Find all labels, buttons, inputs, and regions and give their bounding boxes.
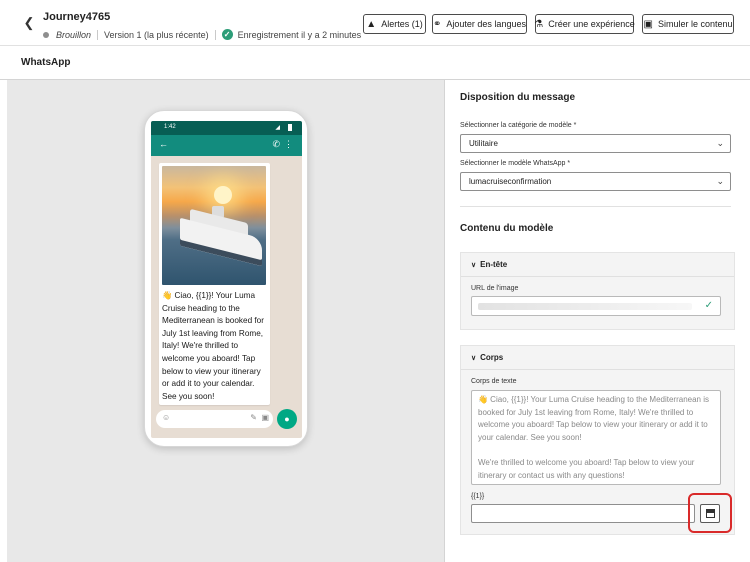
chevron-left-icon[interactable]: ❮ (22, 14, 36, 32)
highlight-box (688, 493, 732, 533)
header-card-toggle[interactable]: ∨ En-tête (471, 260, 507, 269)
category-label: Sélectionner la catégorie de modèle * (460, 122, 577, 129)
chat-header: ← ✆ ⋮ (151, 135, 302, 156)
phone-frame: 1:42 ◢ ← ✆ ⋮ 👋 Ciao, {{1}}! Your Luma Cr… (144, 110, 308, 447)
cruise-ship-image (162, 166, 266, 285)
channel-header: WhatsApp (0, 46, 750, 80)
journey-title: Journey4765 (43, 11, 111, 23)
version-label: Version 1 (la plus récente) (104, 29, 209, 40)
message-preview-area: 1:42 ◢ ← ✆ ⋮ 👋 Ciao, {{1}}! Your Luma Cr… (7, 80, 445, 562)
preview-icon: ▣ (643, 18, 653, 30)
content-section-title: Contenu du modèle (460, 223, 554, 234)
properties-panel: Disposition du message Sélectionner la c… (446, 80, 750, 562)
variable-label: {{1}} (471, 493, 485, 500)
image-url-label: URL de l'image (471, 285, 519, 292)
alert-triangle-icon: ▲ (366, 18, 377, 30)
phone-screen: 1:42 ◢ ← ✆ ⋮ 👋 Ciao, {{1}}! Your Luma Cr… (151, 121, 302, 438)
signal-icon: ◢ (275, 125, 280, 131)
chevron-down-icon: ⌄ (716, 138, 724, 148)
message-text: 👋 Ciao, {{1}}! Your Luma Cruise heading … (162, 291, 264, 401)
message-bubble: 👋 Ciao, {{1}}! Your Luma Cruise heading … (159, 163, 270, 405)
variable-input[interactable] (471, 504, 695, 523)
chevron-down-icon: ∨ (471, 262, 477, 269)
body-text-label: Corps de texte (471, 378, 517, 385)
check-icon: ✓ (704, 300, 713, 311)
top-bar: ❮ Journey4765 Brouillon Version 1 (la pl… (0, 0, 750, 46)
message-composer: ☺ ✎ ▣ (156, 410, 273, 428)
alerts-button[interactable]: ▲ Alertes (1) (363, 14, 426, 34)
emoji-icon: ☺ (162, 413, 171, 422)
attachment-icon: ✎ (250, 413, 257, 422)
simulate-content-button[interactable]: ▣ Simuler le contenu (642, 14, 734, 34)
body-text-area[interactable]: 👋 Ciao, {{1}}! Your Luma Cruise heading … (471, 390, 721, 485)
body-card-toggle[interactable]: ∨ Corps (471, 353, 503, 362)
flask-icon: ⚗ (534, 18, 544, 30)
add-languages-button[interactable]: ⚭ Ajouter des langues (432, 14, 527, 34)
template-select[interactable]: lumacruiseconfirmation ⌄ (460, 172, 731, 191)
more-vertical-icon: ⋮ (284, 139, 293, 149)
camera-icon: ▣ (261, 413, 269, 422)
layout-section-title: Disposition du message (460, 92, 576, 103)
category-select[interactable]: Utilitaire ⌄ (460, 134, 731, 153)
chevron-down-icon: ∨ (471, 355, 477, 362)
divider (97, 29, 99, 40)
divider (460, 206, 731, 207)
status-time: 1:42 (164, 124, 176, 130)
microphone-icon: ● (277, 409, 297, 429)
chevron-down-icon: ⌄ (716, 176, 724, 186)
journey-meta: Brouillon Version 1 (la plus récente) ✓ … (43, 29, 361, 40)
status-badge: Brouillon (56, 29, 92, 40)
channel-title: WhatsApp (21, 57, 71, 68)
header-card: ∨ En-tête URL de l'image ✓ (460, 252, 735, 330)
battery-icon (288, 124, 292, 131)
check-circle-icon: ✓ (221, 29, 233, 40)
phone-call-icon: ✆ (272, 139, 280, 149)
arrow-left-icon: ← (159, 139, 168, 149)
template-label: Sélectionner le modèle WhatsApp * (460, 160, 571, 167)
create-experience-button[interactable]: ⚗ Créer une expérience (534, 14, 635, 34)
globe-icon: ⚭ (433, 18, 442, 30)
image-url-input[interactable]: ✓ (471, 296, 721, 316)
redacted-url (478, 303, 692, 310)
saved-status: Enregistrement il y a 2 minutes (237, 29, 362, 40)
divider (214, 29, 216, 40)
status-dot-icon (43, 31, 49, 38)
phone-status-bar: 1:42 ◢ (151, 121, 302, 135)
